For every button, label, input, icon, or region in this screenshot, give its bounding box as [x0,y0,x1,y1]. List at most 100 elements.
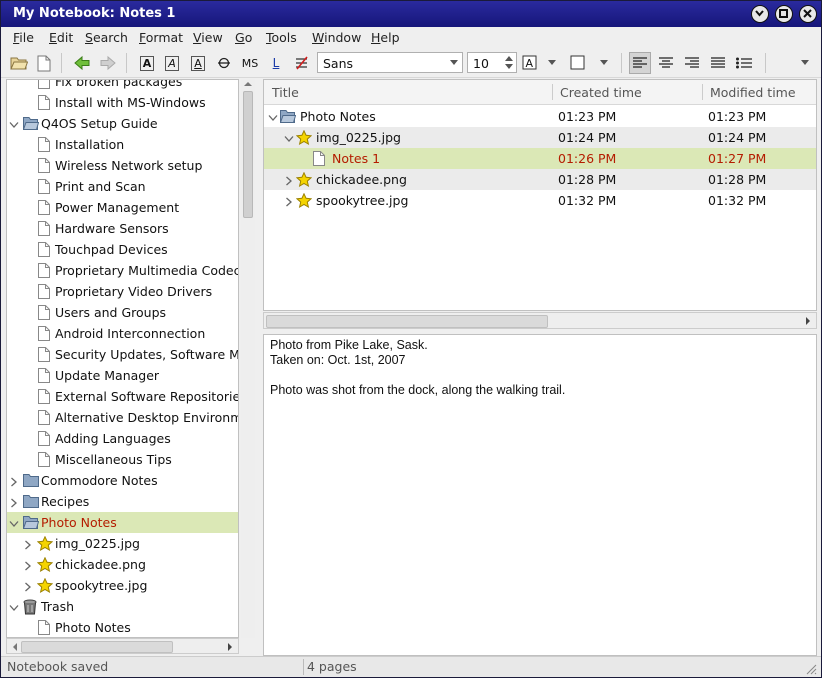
tree-item[interactable]: Wireless Network setup [7,155,238,176]
justify-button[interactable] [707,52,729,74]
tree-item[interactable]: Security Updates, Software Maintenance [7,344,238,365]
list-expander[interactable] [268,111,278,121]
page-list[interactable]: Title Created time Modified time Photo N… [263,79,817,311]
tree-item[interactable]: Hardware Sensors [7,218,238,239]
text-color-button[interactable]: A [519,52,541,74]
chevron-down-icon [548,60,556,65]
tree-item[interactable]: External Software Repositories [7,386,238,407]
tree-expander[interactable] [9,496,19,508]
tree-item[interactable]: Commodore Notes [7,470,238,491]
tree-expander[interactable] [9,475,19,487]
maximize-button[interactable] [775,5,793,23]
list-expander[interactable] [284,174,294,186]
bold-button[interactable]: A [136,52,158,74]
column-header-modified[interactable]: Modified time [710,85,796,100]
tree-item[interactable]: Miscellaneous Tips [7,449,238,470]
menu-file[interactable]: File [13,30,34,45]
tree-item[interactable]: Alternative Desktop Environments [7,407,238,428]
tree-expander[interactable] [9,517,19,527]
menu-tools[interactable]: Tools [266,30,297,45]
toolbar-overflow-button[interactable] [794,52,816,74]
column-header-title[interactable]: Title [272,85,299,100]
text-color-dropdown[interactable] [541,52,563,74]
note-editor[interactable]: Photo from Pike Lake, Sask. Taken on: Oc… [263,334,817,656]
tree-item[interactable]: Proprietary Video Drivers [7,281,238,302]
menu-format[interactable]: Format [139,30,183,45]
column-header-created[interactable]: Created time [560,85,642,100]
align-center-button[interactable] [655,52,677,74]
tree-item[interactable]: Update Manager [7,365,238,386]
page-list-row[interactable]: Notes 1 01:26 PM 01:27 PM [264,148,816,169]
background-color-button[interactable] [567,52,589,74]
clear-format-button[interactable] [291,52,313,74]
tree-item[interactable]: Print and Scan [7,176,238,197]
chevron-down-icon [801,60,809,65]
tree-item[interactable]: Fix broken packages [7,80,238,92]
tree-item[interactable]: Photo Notes [7,512,238,533]
menu-view[interactable]: View [193,30,223,45]
tree-expander[interactable] [9,118,19,128]
align-left-button[interactable] [629,52,651,74]
link-button[interactable]: L [265,52,287,74]
page-list-row[interactable]: img_0225.jpg 01:24 PM 01:24 PM [264,127,816,148]
page-icon [38,242,50,257]
underline-button[interactable]: A [187,52,209,74]
page-list-row[interactable]: spookytree.jpg 01:32 PM 01:32 PM [264,190,816,211]
tree-expander[interactable] [23,559,33,571]
menu-edit[interactable]: Edit [49,30,73,45]
tree-item[interactable]: Touchpad Devices [7,239,238,260]
tree-item[interactable]: Adding Languages [7,428,238,449]
font-family-select[interactable]: Sans [317,52,463,73]
new-page-button[interactable] [33,52,55,74]
tree-item[interactable]: spookytree.jpg [7,575,238,596]
list-expander[interactable] [284,195,294,207]
tree-item[interactable]: Power Management [7,197,238,218]
tree-item[interactable]: Install with MS-Windows [7,92,238,113]
resize-grip-icon [806,664,817,675]
tree-item[interactable]: Recipes [7,491,238,512]
tree-scroll-thumb[interactable] [243,91,253,218]
tree-item[interactable]: Installation [7,134,238,155]
menu-help[interactable]: Help [371,30,400,45]
menu-window[interactable]: Window [312,30,361,45]
tree-item[interactable]: Q4OS Setup Guide [7,113,238,134]
title-bar[interactable]: My Notebook: Notes 1 [1,1,821,27]
notebook-tree[interactable]: Fix broken packages Install with MS-Windo… [6,79,239,638]
tree-expander[interactable] [23,580,33,592]
page-list-row[interactable]: Photo Notes 01:23 PM 01:23 PM [264,106,816,127]
open-notebook-button[interactable] [8,52,30,74]
tree-item[interactable]: Users and Groups [7,302,238,323]
modified-time-cell: 01:27 PM [708,151,767,166]
page-list-hscroll-thumb[interactable] [266,315,548,328]
italic-button[interactable]: A [161,52,183,74]
tree-item[interactable]: img_0225.jpg [7,533,238,554]
shade-button[interactable] [751,5,769,23]
tree-expander[interactable] [23,538,33,550]
tree-expander[interactable] [9,601,19,611]
background-color-dropdown[interactable] [593,52,615,74]
tree-vertical-scrollbar[interactable] [241,79,255,638]
go-forward-button[interactable] [97,52,119,74]
page-list-horizontal-scrollbar[interactable] [263,312,817,329]
tree-item[interactable]: Photo Notes [7,617,238,637]
monospace-button[interactable]: MS [239,52,261,74]
bullet-list-button[interactable] [733,52,755,74]
font-size-spinbox[interactable]: 10 [467,52,517,73]
list-expander[interactable] [284,132,294,142]
tree-item[interactable]: Trash [7,596,238,617]
tree-horizontal-scrollbar[interactable] [6,638,239,654]
go-back-button[interactable] [71,52,93,74]
tree-hscroll-thumb[interactable] [21,641,173,653]
page-list-row[interactable]: chickadee.png 01:28 PM 01:28 PM [264,169,816,190]
chevron-right-icon [11,477,17,487]
tree-item[interactable]: Android Interconnection [7,323,238,344]
trash-icon [23,599,37,615]
menu-go[interactable]: Go [235,30,252,45]
tree-item[interactable]: Proprietary Multimedia Codecs [7,260,238,281]
close-button[interactable] [799,5,817,23]
strikethrough-button[interactable] [213,52,235,74]
tree-item-label: Print and Scan [55,179,146,194]
align-right-button[interactable] [681,52,703,74]
tree-item[interactable]: chickadee.png [7,554,238,575]
menu-search[interactable]: Search [85,30,128,45]
